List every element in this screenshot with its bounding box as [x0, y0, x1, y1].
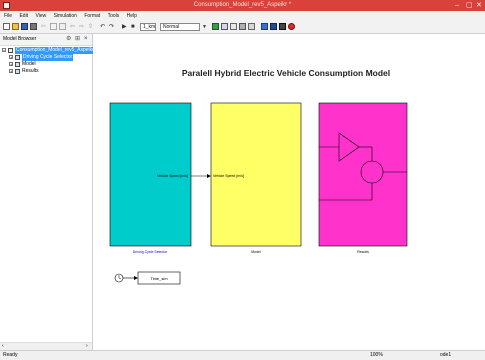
- solver-name: ode1: [440, 352, 452, 358]
- cut-icon[interactable]: ✂: [41, 23, 46, 31]
- results-block[interactable]: [318, 102, 408, 247]
- record-icon[interactable]: [288, 23, 295, 30]
- chevron-down-icon[interactable]: ▼: [202, 23, 207, 31]
- build-icon[interactable]: [248, 23, 255, 30]
- run-icon[interactable]: ▶: [122, 23, 127, 31]
- menu-simulation[interactable]: Simulation: [54, 13, 77, 19]
- status-bar: Ready 100% ode1: [0, 350, 485, 360]
- menu-tools[interactable]: Tools: [108, 13, 120, 19]
- forward-arrow-icon[interactable]: ⇨: [79, 23, 84, 31]
- browser-horizontal-scrollbar[interactable]: ‹ ›: [0, 342, 92, 350]
- menu-help[interactable]: Help: [127, 13, 137, 19]
- collapse-icon[interactable]: −: [2, 48, 6, 53]
- print-icon[interactable]: [30, 23, 37, 30]
- profiler-icon[interactable]: [279, 23, 286, 30]
- paste-icon[interactable]: [59, 23, 66, 30]
- tree-item-root[interactable]: − Consumption_Model_rev5_Aspeikr: [0, 47, 95, 54]
- menu-edit[interactable]: Edit: [19, 13, 28, 19]
- menu-format[interactable]: Format: [84, 13, 100, 19]
- model-advisor-icon[interactable]: [261, 23, 268, 30]
- maximize-button[interactable]: ▢: [466, 0, 473, 11]
- tree-item-label: Driving Cycle Selector: [22, 54, 74, 61]
- model-tree: − Consumption_Model_rev5_Aspeikr + Drivi…: [0, 47, 95, 75]
- toolbar: ✂ ⇦ ⇨ ⇧ ↶ ↷ ▶ ■ 1_km Normal ▼: [0, 21, 485, 34]
- browser-pin-icon[interactable]: ⊞: [75, 36, 80, 43]
- clock-icon[interactable]: [114, 273, 124, 283]
- minimize-button[interactable]: –: [455, 0, 459, 11]
- up-arrow-icon[interactable]: ⇧: [88, 23, 93, 31]
- expand-icon[interactable]: +: [9, 55, 13, 60]
- subsystem-icon: [15, 55, 20, 60]
- diagram-canvas[interactable]: Paralell Hybrid Electric Vehicle Consump…: [93, 34, 485, 350]
- title-bar: Consumption_Model_rev5_Aspeikr * – ▢ ✕: [0, 0, 485, 11]
- tree-item-label: Results: [22, 68, 39, 74]
- tree-item-model[interactable]: + Model: [0, 61, 92, 68]
- driving-cycle-selector-label[interactable]: Driving Cycle Selector: [133, 250, 168, 254]
- scroll-left-icon[interactable]: ‹: [2, 343, 4, 350]
- model-browser-panel: Model Browser ⚙ ⊞ × − Consumption_Model_…: [0, 34, 95, 350]
- expand-icon[interactable]: +: [9, 62, 13, 67]
- new-file-icon[interactable]: [3, 23, 10, 30]
- subsystem-icon: [15, 69, 20, 74]
- diagram-svg: Paralell Hybrid Electric Vehicle Consump…: [109, 68, 408, 285]
- expand-icon[interactable]: +: [9, 69, 13, 74]
- status-text: Ready: [3, 352, 18, 358]
- menu-file[interactable]: File: [4, 13, 12, 19]
- model-input-port-label: Vehicle Speed [m/s]: [213, 174, 244, 178]
- zoom-level: 100%: [370, 352, 383, 358]
- stop-icon[interactable]: ■: [131, 23, 135, 31]
- model-explorer-icon[interactable]: [221, 23, 228, 30]
- subsystem-icon: [15, 62, 20, 67]
- config-icon[interactable]: [239, 23, 246, 30]
- signal-arrowhead: [207, 174, 211, 178]
- time-sim-label: Time_sim: [150, 276, 168, 281]
- tree-item-results[interactable]: + Results: [0, 68, 92, 75]
- save-icon[interactable]: [21, 23, 28, 30]
- browser-options-icon[interactable]: ⚙: [66, 36, 71, 43]
- close-icon[interactable]: ×: [84, 36, 88, 43]
- menu-view[interactable]: View: [35, 13, 46, 19]
- model-icon: [8, 48, 13, 53]
- scroll-right-icon[interactable]: ›: [86, 343, 88, 350]
- open-folder-icon[interactable]: [12, 23, 19, 30]
- undo-icon[interactable]: ↶: [100, 23, 105, 31]
- stop-time-input[interactable]: 1_km: [140, 23, 156, 31]
- data-inspector-icon[interactable]: [270, 23, 277, 30]
- tree-item-label: Consumption_Model_rev5_Aspeikr: [15, 47, 95, 54]
- driving-cycle-output-port-label: Vehicle Speed [m/s]: [157, 174, 188, 178]
- simulation-mode-select[interactable]: Normal: [160, 23, 200, 31]
- copy-icon[interactable]: [50, 23, 57, 30]
- model-browser-header: Model Browser ⚙ ⊞ ×: [0, 34, 92, 46]
- menu-bar: File Edit View Simulation Format Tools H…: [0, 11, 485, 21]
- window-title: Consumption_Model_rev5_Aspeikr *: [193, 2, 292, 8]
- library-browser-icon[interactable]: [212, 23, 219, 30]
- model-label[interactable]: Model: [251, 250, 261, 254]
- results-label[interactable]: Results: [357, 250, 369, 254]
- diagram-title: Paralell Hybrid Electric Vehicle Consump…: [182, 68, 390, 78]
- close-button[interactable]: ✕: [476, 0, 482, 11]
- redo-icon[interactable]: ↷: [109, 23, 114, 31]
- debug-icon[interactable]: [230, 23, 237, 30]
- back-arrow-icon[interactable]: ⇦: [70, 23, 75, 31]
- model-browser-title: Model Browser: [3, 36, 37, 42]
- clock-signal-arrowhead: [134, 276, 138, 280]
- tree-item-label: Model: [22, 61, 36, 67]
- tree-item-driving-cycle-selector[interactable]: + Driving Cycle Selector: [0, 54, 92, 61]
